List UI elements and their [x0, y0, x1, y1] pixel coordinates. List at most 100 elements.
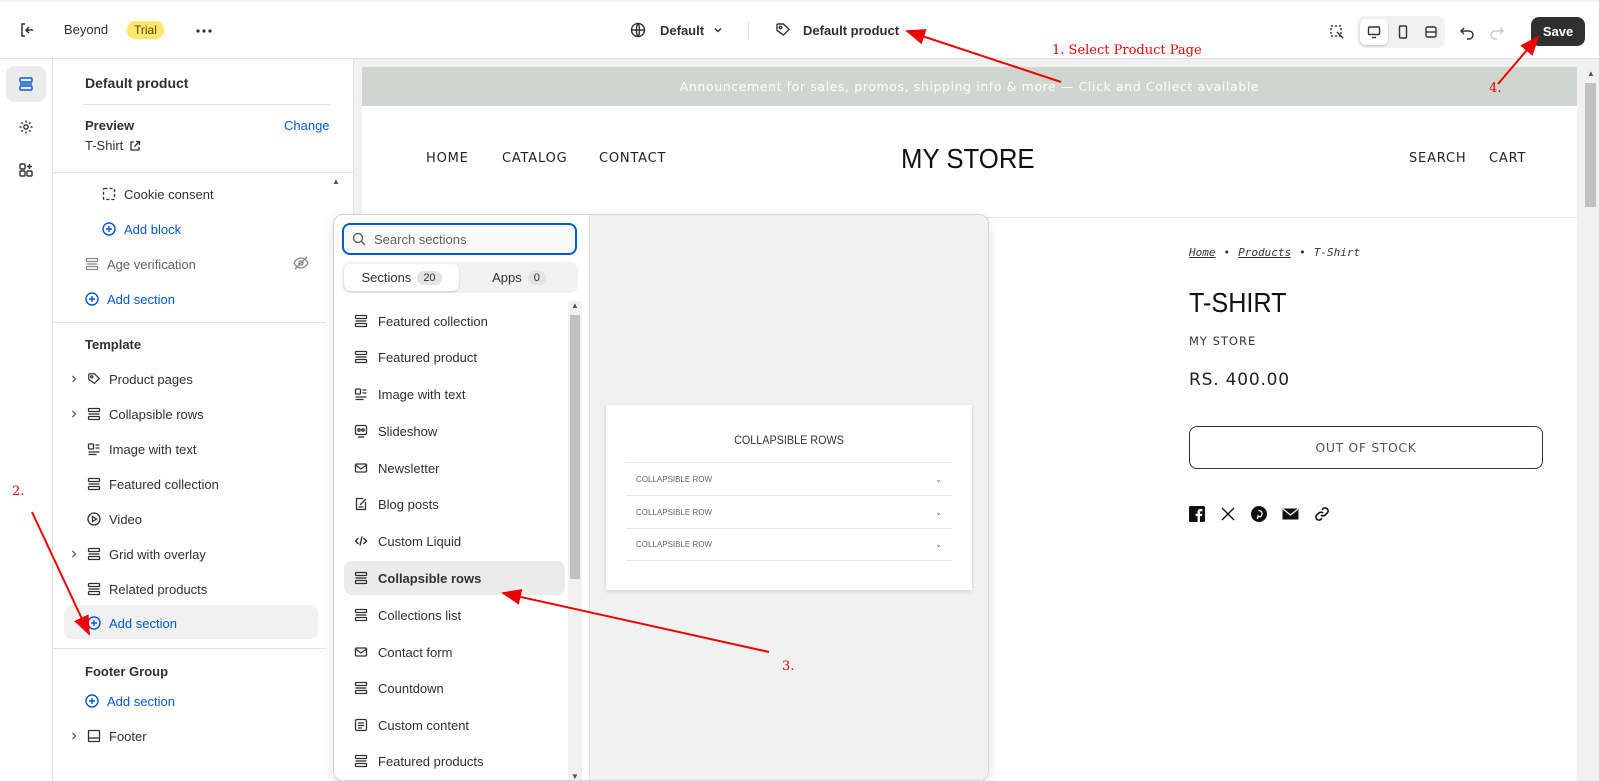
picker-item-custom-content[interactable]: Custom content [344, 708, 565, 742]
add-section-footer-button[interactable]: Add section [85, 691, 175, 711]
link-icon[interactable] [1314, 506, 1330, 522]
picker-item-label: Contact form [378, 644, 453, 660]
picker-item-countdown[interactable]: Countdown [344, 671, 565, 705]
pinterest-icon[interactable] [1251, 506, 1267, 522]
section-item-cookie-consent[interactable]: Cookie consent [102, 184, 214, 204]
chevron-down-icon: ⌄ [935, 474, 942, 484]
footer-item-label: Footer [109, 728, 147, 744]
theme-selector[interactable]: Default [630, 22, 732, 38]
annotation-step1: 1. Select Product Page [1052, 43, 1202, 58]
section-preview-card: COLLAPSIBLE ROWS COLLAPSIBLE ROW ⌄ COLLA… [606, 405, 972, 590]
tab-sections[interactable]: Sections 20 [344, 264, 459, 291]
preview-scroll-thumb[interactable] [1585, 83, 1596, 207]
preview-collapsible-row: COLLAPSIBLE ROW ⌄ [626, 462, 952, 495]
template-item-related-products[interactable]: Related products [87, 579, 207, 599]
section-preview-pane: COLLAPSIBLE ROWS COLLAPSIBLE ROW ⌄ COLLA… [589, 215, 988, 780]
picker-item-slideshow[interactable]: Slideshow [344, 414, 565, 448]
template-item-label: Grid with overlay [109, 546, 206, 562]
template-item-featured-collection[interactable]: Featured collection [87, 474, 219, 494]
block-icon [102, 187, 116, 201]
picker-list-scrollbar[interactable]: ▲ ▼ [568, 301, 582, 780]
slideshow-icon [354, 424, 368, 438]
picker-item-newsletter[interactable]: Newsletter [344, 451, 565, 485]
tab-apps[interactable]: Apps 0 [462, 264, 576, 291]
list-scroll-up[interactable]: ▲ [571, 301, 579, 310]
nav-cart[interactable]: CART [1489, 151, 1526, 166]
plus-circle-icon [87, 616, 101, 630]
breadcrumb-separator: • [1299, 246, 1306, 259]
picker-item-collapsible-rows[interactable]: Collapsible rows [344, 561, 565, 595]
template-item-grid-with-overlay[interactable]: Grid with overlay [69, 544, 206, 564]
section-icon [87, 407, 101, 421]
list-scroll-down[interactable]: ▼ [571, 772, 579, 780]
redo-icon[interactable] [1486, 21, 1508, 43]
preview-item[interactable]: T-Shirt [85, 138, 149, 153]
template-item-collapsible-rows[interactable]: Collapsible rows [69, 404, 204, 424]
picker-item-contact-form[interactable]: Contact form [344, 635, 565, 669]
out-of-stock-button[interactable]: OUT OF STOCK [1189, 426, 1543, 469]
preview-row-label: COLLAPSIBLE ROW [636, 507, 713, 517]
breadcrumb-home[interactable]: Home [1189, 246, 1216, 259]
search-icon [352, 232, 366, 246]
image-text-icon [354, 388, 367, 401]
preview-row-label: COLLAPSIBLE ROW [636, 540, 713, 549]
sections-icon[interactable] [6, 66, 46, 102]
template-selector[interactable]: Default product [775, 22, 899, 38]
product-price: RS. 400.00 [1189, 370, 1290, 390]
settings-icon[interactable] [6, 109, 46, 145]
x-icon[interactable] [1220, 506, 1236, 522]
facebook-icon[interactable] [1189, 506, 1205, 522]
trial-badge: Trial [127, 21, 164, 39]
add-block-button[interactable]: Add block [102, 219, 181, 239]
picker-item-label: Newsletter [378, 460, 440, 476]
template-item-video[interactable]: Video [87, 509, 142, 529]
picker-item-featured-product[interactable]: Featured product [344, 340, 565, 374]
template-item-image-with-text[interactable]: Image with text [87, 439, 196, 459]
add-section-template-button[interactable]: Add section [87, 613, 177, 633]
preview-scrollbar[interactable]: ▲ [1582, 67, 1599, 781]
picker-item-custom-liquid[interactable]: Custom Liquid [344, 524, 565, 558]
save-button[interactable]: Save [1531, 17, 1585, 46]
list-scroll-thumb[interactable] [570, 315, 580, 579]
template-item-product-pages[interactable]: Product pages [69, 369, 193, 389]
picker-item-blog-posts[interactable]: Blog posts [344, 487, 565, 521]
mail-icon[interactable] [1282, 506, 1299, 522]
inspector-icon[interactable] [1326, 21, 1348, 43]
footer-item[interactable]: Footer [69, 726, 147, 746]
panel-scrollbar-up[interactable]: ▲ [332, 177, 340, 186]
apps-icon[interactable] [6, 152, 46, 188]
preview-row-label: COLLAPSIBLE ROW [636, 474, 713, 484]
store-name: Beyond [64, 22, 109, 37]
change-preview-link[interactable]: Change [284, 118, 330, 133]
breadcrumb-products[interactable]: Products [1238, 246, 1291, 259]
more-icon[interactable] [193, 21, 215, 41]
nav-catalog[interactable]: CATALOG [502, 151, 567, 166]
fullscreen-view-icon[interactable] [1418, 19, 1444, 45]
section-item-age-verification[interactable]: Age verification [85, 254, 196, 274]
picker-item-collections-list[interactable]: Collections list [344, 598, 565, 632]
panel-title: Default product [85, 75, 189, 91]
undo-icon[interactable] [1456, 21, 1478, 43]
add-section-header-button[interactable]: Add section [85, 289, 175, 309]
exit-icon[interactable] [16, 19, 38, 41]
plus-circle-icon [102, 222, 116, 236]
store-logo[interactable]: MY STORE [901, 143, 1035, 175]
picker-item-featured-products[interactable]: Featured products [344, 744, 565, 778]
annotation-step2: 2. [12, 484, 25, 499]
search-placeholder: Search sections [374, 231, 467, 247]
mobile-view-icon[interactable] [1390, 19, 1416, 45]
nav-search[interactable]: SEARCH [1409, 151, 1466, 166]
blog-icon [355, 497, 367, 511]
picker-item-image-with-text[interactable]: Image with text [344, 377, 565, 411]
section-icon [354, 571, 368, 585]
desktop-view-icon[interactable] [1360, 19, 1388, 45]
search-sections-input[interactable]: Search sections [342, 223, 577, 255]
nav-home[interactable]: HOME [426, 151, 469, 166]
chevron-down-icon [714, 28, 722, 33]
section-item-label: Cookie consent [124, 186, 214, 202]
nav-contact[interactable]: CONTACT [599, 151, 666, 166]
picker-item-featured-collection[interactable]: Featured collection [344, 304, 565, 338]
preview-scroll-up[interactable]: ▲ [1587, 69, 1595, 78]
hidden-eye-icon[interactable] [292, 254, 310, 272]
template-item-label: Featured collection [109, 476, 219, 492]
